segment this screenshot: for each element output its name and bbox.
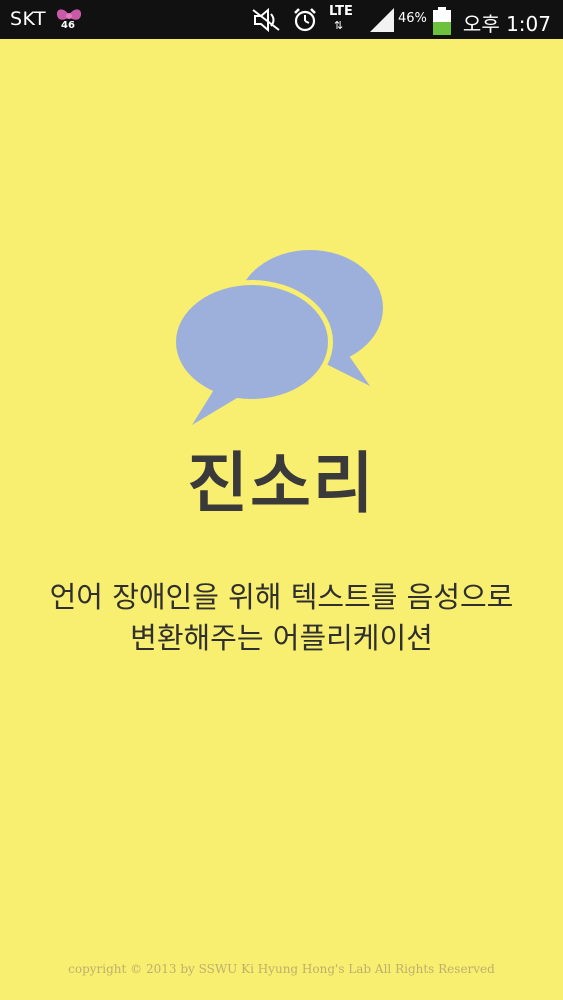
carrier-label: SKT	[10, 8, 47, 30]
battery-percent: 46%	[398, 11, 427, 26]
battery-icon	[433, 7, 451, 35]
tagline-line-2: 변환해주는 어플리케이션	[130, 621, 433, 655]
app-title: 진소리	[187, 445, 376, 522]
chat-bubbles-icon	[171, 250, 383, 425]
mute-icon	[252, 7, 280, 33]
notification-badge: 46	[61, 20, 75, 31]
alarm-icon	[294, 8, 316, 32]
data-activity-icon: ⇅	[334, 19, 344, 32]
signal-icon	[370, 8, 394, 32]
clock: 오후 1:07	[462, 12, 551, 36]
status-bar: SKT 46 LTE ⇅ 46% 오후 1:07	[0, 0, 563, 39]
network-type: LTE	[329, 4, 353, 19]
tagline-line-1: 언어 장애인을 위해 텍스트를 음성으로	[49, 580, 514, 614]
copyright-text: copyright © 2013 by SSWU Ki Hyung Hong's…	[68, 962, 495, 976]
app-tagline: 언어 장애인을 위해 텍스트를 음성으로 변환해주는 어플리케이션	[0, 577, 563, 659]
